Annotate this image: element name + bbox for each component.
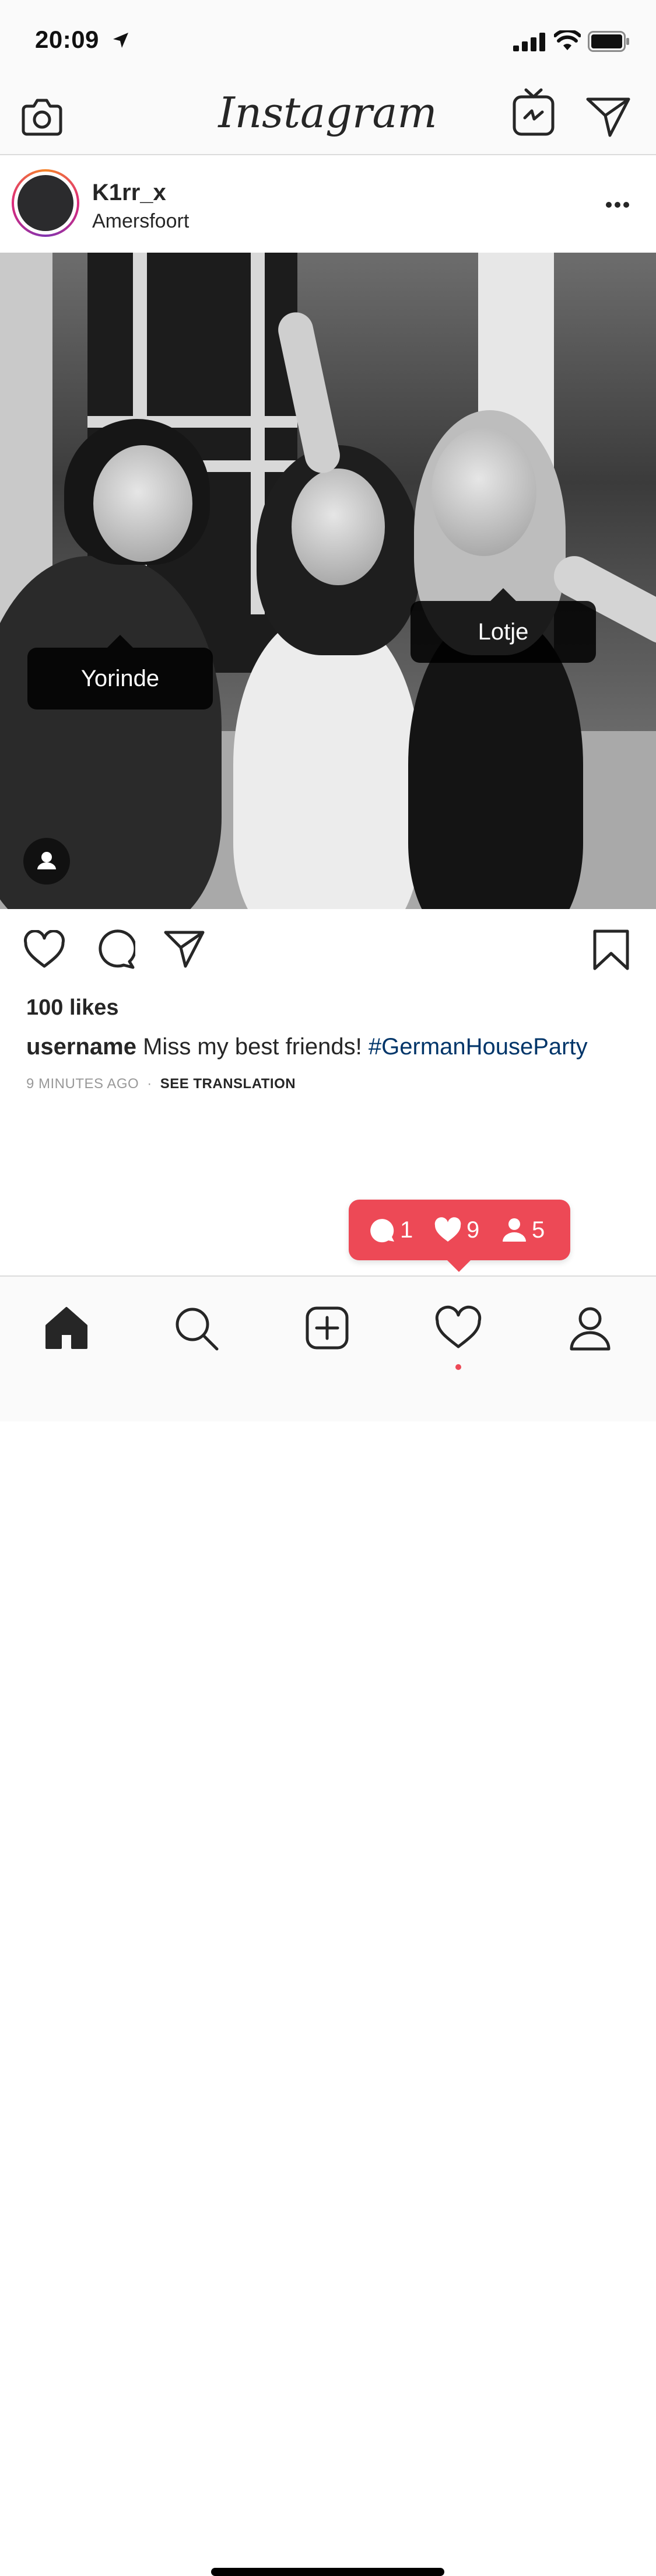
photo-person-middle	[233, 614, 420, 909]
person-filled-icon	[503, 1218, 526, 1242]
status-bar: 20:09	[0, 0, 656, 77]
heart-icon[interactable]	[23, 930, 65, 969]
caption-text: Miss my best friends!	[143, 1034, 362, 1060]
notification-follows-count: 5	[532, 1217, 545, 1243]
post-header: K1rr_x Amersfoort	[0, 156, 656, 252]
nav-header: Instagram	[0, 77, 656, 155]
post-photo[interactable]: Lotje Yorinde	[0, 253, 656, 909]
wifi-icon	[554, 30, 581, 50]
caption-username[interactable]: username	[26, 1034, 136, 1060]
notification-likes: 9	[434, 1216, 479, 1244]
battery-icon	[588, 31, 629, 52]
new-post-icon[interactable]	[304, 1305, 350, 1351]
meta-separator: ·	[147, 1076, 152, 1092]
share-icon[interactable]	[163, 930, 205, 969]
comment-icon[interactable]	[94, 929, 135, 970]
activity-heart-icon[interactable]	[435, 1305, 482, 1351]
comment-bubble-icon	[370, 1219, 394, 1243]
photo-face-left	[93, 445, 192, 562]
caption: username Miss my best friends! #GermanHo…	[26, 1034, 588, 1060]
post-location[interactable]: Amersfoort	[92, 210, 189, 233]
status-time: 20:09	[35, 26, 99, 53]
igtv-icon[interactable]	[512, 88, 555, 137]
bookmark-icon[interactable]	[592, 929, 630, 971]
heart-filled-icon	[434, 1217, 461, 1242]
post-time-ago: 9 MINUTES AGO	[26, 1076, 139, 1092]
home-icon[interactable]	[43, 1305, 90, 1351]
search-icon[interactable]	[173, 1305, 219, 1351]
direct-message-icon[interactable]	[585, 95, 631, 138]
person-icon	[37, 852, 56, 869]
app-logo: Instagram	[218, 88, 437, 137]
notification-comments-count: 1	[400, 1217, 413, 1243]
cellular-signal-icon	[513, 33, 545, 51]
activity-notification[interactable]: 1 9 5	[349, 1200, 570, 1272]
notification-comments: 1	[370, 1216, 413, 1244]
tagged-users-toggle[interactable]	[23, 838, 70, 885]
photo-face-right	[432, 428, 536, 556]
post-actions	[0, 909, 656, 991]
camera-icon[interactable]	[20, 95, 64, 139]
likes-count[interactable]: 100 likes	[26, 995, 118, 1020]
tab-bar	[0, 1275, 656, 2576]
see-translation-link[interactable]: SEE TRANSLATION	[160, 1076, 296, 1092]
notification-follows: 5	[501, 1216, 545, 1244]
story-ring[interactable]	[12, 169, 79, 237]
user-tag-yorinde[interactable]: Yorinde	[27, 635, 213, 709]
user-tag-lotje[interactable]: Lotje	[411, 588, 596, 663]
post-username[interactable]: K1rr_x	[92, 180, 166, 206]
activity-indicator-dot	[455, 1364, 461, 1370]
post-meta: 9 MINUTES AGO · SEE TRANSLATION	[26, 1076, 296, 1092]
location-arrow-icon	[113, 33, 128, 48]
avatar[interactable]	[17, 175, 73, 231]
caption-hashtag[interactable]: #GermanHouseParty	[369, 1034, 588, 1060]
home-indicator[interactable]	[211, 2568, 444, 2576]
more-options-icon[interactable]	[605, 201, 630, 209]
photo-face-middle	[292, 469, 385, 585]
profile-icon[interactable]	[567, 1305, 613, 1351]
notification-likes-count: 9	[466, 1217, 480, 1243]
